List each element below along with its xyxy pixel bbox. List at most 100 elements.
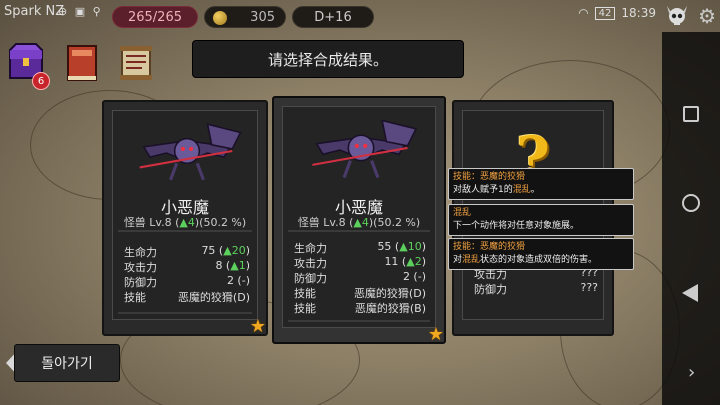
gear-icon[interactable]: ⚙ <box>698 4 716 28</box>
stat-label: 技能 <box>294 302 316 315</box>
tooltip-title: 技能：恶魔的狡猾 <box>453 242 526 252</box>
book-icon[interactable] <box>62 40 102 84</box>
stat-row: 攻击力 11 (▲2) <box>294 255 426 270</box>
stat-label: 防御力 <box>294 272 327 285</box>
tooltip-keyword: 混乱 <box>512 185 531 195</box>
stat-list: 生命力 75 (▲20) 攻击力 8 (▲1) 防御力 2 (-) 技能 恶魔的狡猾(D… <box>124 244 250 304</box>
stat-value: 11 (▲2) <box>384 255 426 268</box>
result-card-1[interactable]: 小恶魔 怪兽 Lv.8 (▲4)(50.2 %) 生命力 75 (▲20) 攻击力… <box>102 100 268 337</box>
stat-value: ??? <box>580 281 598 294</box>
skill-value: 恶魔的狡猾(D) <box>177 291 250 304</box>
notification-icons: ⊕ ▣ ⚲ <box>58 5 103 18</box>
tooltip-body: 下一个动作将对任意对象施展。 <box>453 221 580 231</box>
depth-indicator: D+16 <box>292 6 374 28</box>
home-icon[interactable] <box>682 194 700 212</box>
recent-apps-icon[interactable] <box>683 106 699 122</box>
divider <box>118 230 252 232</box>
imp-monster-icon <box>312 119 418 179</box>
hp-counter: 265/265 <box>112 6 198 28</box>
stat-value: 75 (▲20) <box>201 244 250 257</box>
stat-close: ) <box>421 240 426 253</box>
system-status: ◠ 42 18:39 <box>578 6 656 20</box>
stat-row: 技能 恶魔的狡猾(D) <box>294 285 426 300</box>
system-nav-bar: › <box>662 32 720 405</box>
star-icon: ★ <box>427 324 444 345</box>
divider <box>288 230 430 232</box>
stat-label: 攻击力 <box>294 257 327 270</box>
stat-number: 11 ( <box>384 255 407 268</box>
wifi-icon: ◠ <box>578 6 589 20</box>
stat-value: 2 (-) <box>226 274 250 287</box>
stat-label: 技能 <box>124 291 146 304</box>
stat-label: 技能 <box>294 287 316 300</box>
tooltip-title: 混乱 <box>453 208 472 218</box>
tooltip-text: 对 <box>453 255 463 265</box>
level-text: 怪兽 Lv.8 ( <box>123 216 180 229</box>
stat-label: 防御力 <box>474 283 507 296</box>
star-icon: ★ <box>249 316 266 337</box>
tooltip-text: 状态的对象造成双倍的伤害。 <box>480 255 598 265</box>
level-percent: (50.2 %) <box>373 216 421 229</box>
stat-gain: ▲2 <box>406 255 422 268</box>
stat-gain: ▲10 <box>399 240 422 253</box>
stat-number: 8 ( <box>215 259 231 272</box>
stat-label: 攻击力 <box>124 261 157 274</box>
tooltip-body: 对混乱状态的对象造成双倍的伤害。 <box>453 254 629 267</box>
back-button[interactable]: 돌아가기 <box>14 344 120 382</box>
stat-value: 55 (▲10) <box>377 240 426 253</box>
stat-close: ) <box>245 244 250 257</box>
scroll-icon[interactable] <box>116 40 156 84</box>
skill-value: 恶魔的狡猾(B) <box>354 302 426 315</box>
result-card-2[interactable]: 小恶魔 怪兽 Lv.8 (▲4)(50.2 %) 生命力 55 (▲10) 攻击力… <box>272 96 446 345</box>
monster-level: 怪兽 Lv.8 (▲4)(50.2 %) <box>104 214 266 230</box>
coin-icon <box>213 11 227 25</box>
page-title: 请选择合成结果。 <box>192 40 464 78</box>
stat-label: 生命力 <box>124 246 157 259</box>
tooltip-body: 对敌人赋予1的混乱。 <box>453 184 629 197</box>
skill-tooltip: 技能：恶魔的狡猾 对混乱状态的对象造成双倍的伤害。 <box>448 238 634 270</box>
divider <box>118 312 252 314</box>
level-text: 怪兽 Lv.8 ( <box>297 216 354 229</box>
level-up: ▲4 <box>353 216 369 229</box>
stat-value: 8 (▲1) <box>215 259 250 272</box>
stat-value: 2 (-) <box>402 270 426 283</box>
skull-icon[interactable] <box>664 4 690 28</box>
level-up: ▲4 <box>179 216 195 229</box>
stat-number: 55 ( <box>377 240 400 253</box>
stat-row: 生命力 55 (▲10) <box>294 240 426 255</box>
tooltip-keyword: 混乱 <box>462 255 481 265</box>
tooltip-text: 。 <box>530 185 540 195</box>
stat-label: 生命力 <box>294 242 327 255</box>
divider <box>288 320 430 322</box>
tooltip-text: 对敌人赋予1的 <box>453 185 513 195</box>
stat-number: 75 ( <box>201 244 224 257</box>
stat-gain: ▲20 <box>223 244 246 257</box>
skill-tooltip: 技能：恶魔的狡猾 对敌人赋予1的混乱。 <box>448 168 634 200</box>
tooltip-title: 技能：恶魔的狡猾 <box>453 172 526 182</box>
stat-gain: ▲1 <box>230 259 246 272</box>
stat-row: 攻击力 8 (▲1) <box>124 259 250 274</box>
app-name: Spark NZ <box>4 4 65 19</box>
stat-label: 防御力 <box>124 276 157 289</box>
status-tooltip: 混乱 下一个动作将对任意对象施展。 <box>448 204 634 236</box>
stat-row: 防御力 2 (-) <box>124 274 250 289</box>
skill-value: 恶魔的狡猾(D) <box>353 287 426 300</box>
imp-monster-icon <box>139 123 242 181</box>
battery-icon: 42 <box>594 6 616 20</box>
back-icon[interactable] <box>682 284 698 302</box>
stat-row: 防御力??? <box>474 281 598 296</box>
stat-row: 生命力 75 (▲20) <box>124 244 250 259</box>
gold-counter: 305 <box>204 6 286 28</box>
stat-row: 技能 恶魔的狡猾(D) <box>124 289 250 304</box>
level-percent: (50.2 %) <box>199 216 247 229</box>
gold-value: 305 <box>250 9 275 25</box>
status-bar: Spark NZ ⊕ ▣ ⚲ 265/265 305 D+16 ◠ 42 18:… <box>0 0 720 32</box>
stat-list: 生命力 55 (▲10) 攻击力 11 (▲2) 防御力 2 (-) 技能 恶魔的狡猾(… <box>294 240 426 315</box>
stat-close: ) <box>245 259 250 272</box>
chevron-right-icon[interactable]: › <box>688 362 695 383</box>
clock: 18:39 <box>621 6 656 20</box>
stat-list: 攻击力??? 防御力??? <box>474 266 598 296</box>
stat-close: ) <box>421 255 426 268</box>
stat-row: 技能 恶魔的狡猾(B) <box>294 300 426 315</box>
stat-row: 防御力 2 (-) <box>294 270 426 285</box>
